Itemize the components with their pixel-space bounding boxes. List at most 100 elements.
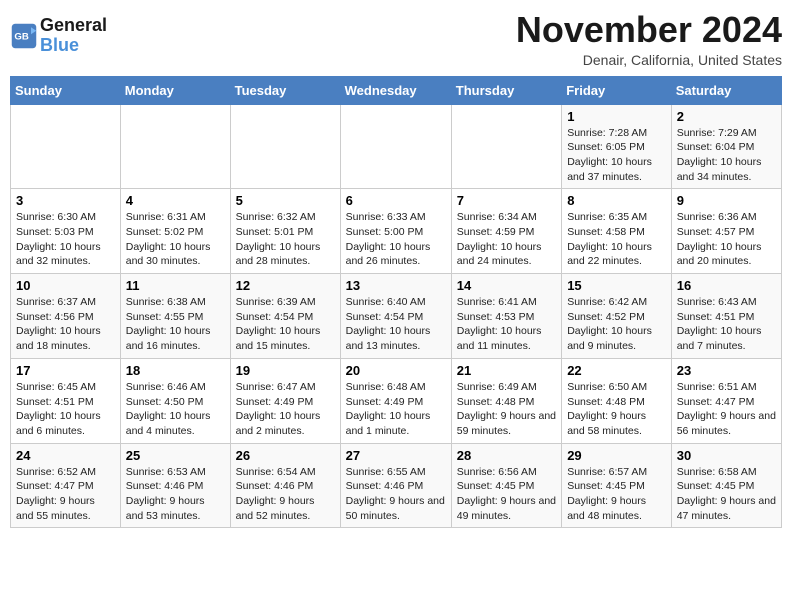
calendar-week-row: 1 Sunrise: 7:28 AM Sunset: 6:05 PM Daylig… xyxy=(11,104,782,189)
calendar-cell xyxy=(451,104,561,189)
logo: GB GeneralBlue xyxy=(10,16,107,56)
calendar-cell: 20Sunrise: 6:48 AM Sunset: 4:49 PM Dayli… xyxy=(340,358,451,443)
calendar-table: SundayMondayTuesdayWednesdayThursdayFrid… xyxy=(10,76,782,529)
calendar-cell: 23Sunrise: 6:51 AM Sunset: 4:47 PM Dayli… xyxy=(671,358,781,443)
day-info: Sunrise: 6:43 AM Sunset: 4:51 PM Dayligh… xyxy=(677,295,776,354)
day-info: Sunrise: 6:42 AM Sunset: 4:52 PM Dayligh… xyxy=(567,295,666,354)
calendar-cell: 29 Sunrise: 6:57 AM Sunset: 4:45 PM Dayli… xyxy=(562,443,672,528)
calendar-cell: 22 Sunrise: 6:50 AM Sunset: 4:48 PM Dayli… xyxy=(562,358,672,443)
day-number: 18 xyxy=(126,363,225,378)
calendar-cell: 15 Sunrise: 6:42 AM Sunset: 4:52 PM Dayli… xyxy=(562,274,672,359)
calendar-cell: 17 Sunrise: 6:45 AM Sunset: 4:51 PM Dayli… xyxy=(11,358,121,443)
day-number: 23 xyxy=(677,363,776,378)
calendar-cell: 25 Sunrise: 6:53 AM Sunset: 4:46 PM Dayli… xyxy=(120,443,230,528)
day-number: 1 xyxy=(567,109,666,124)
day-number: 27 xyxy=(346,448,446,463)
location-subtitle: Denair, California, United States xyxy=(516,52,782,68)
calendar-cell: 2Sunrise: 7:29 AM Sunset: 6:04 PM Daylig… xyxy=(671,104,781,189)
day-number: 17 xyxy=(16,363,115,378)
calendar-week-row: 17 Sunrise: 6:45 AM Sunset: 4:51 PM Dayli… xyxy=(11,358,782,443)
day-number: 7 xyxy=(457,193,556,208)
day-info: Sunrise: 6:39 AM Sunset: 4:54 PM Dayligh… xyxy=(236,295,335,354)
calendar-cell xyxy=(340,104,451,189)
day-number: 9 xyxy=(677,193,776,208)
day-info: Sunrise: 7:28 AM Sunset: 6:05 PM Dayligh… xyxy=(567,126,666,185)
day-number: 4 xyxy=(126,193,225,208)
day-number: 5 xyxy=(236,193,335,208)
calendar-cell: 11Sunrise: 6:38 AM Sunset: 4:55 PM Dayli… xyxy=(120,274,230,359)
day-number: 10 xyxy=(16,278,115,293)
calendar-cell: 16 Sunrise: 6:43 AM Sunset: 4:51 PM Dayli… xyxy=(671,274,781,359)
day-info: Sunrise: 6:50 AM Sunset: 4:48 PM Dayligh… xyxy=(567,380,666,439)
day-info: Sunrise: 6:41 AM Sunset: 4:53 PM Dayligh… xyxy=(457,295,556,354)
calendar-body: 1 Sunrise: 7:28 AM Sunset: 6:05 PM Daylig… xyxy=(11,104,782,528)
day-info: Sunrise: 6:36 AM Sunset: 4:57 PM Dayligh… xyxy=(677,210,776,269)
day-number: 19 xyxy=(236,363,335,378)
day-info: Sunrise: 6:45 AM Sunset: 4:51 PM Dayligh… xyxy=(16,380,115,439)
day-number: 24 xyxy=(16,448,115,463)
day-number: 3 xyxy=(16,193,115,208)
weekday-header: Thursday xyxy=(451,76,561,104)
day-number: 8 xyxy=(567,193,666,208)
weekday-header: Tuesday xyxy=(230,76,340,104)
logo-icon: GB xyxy=(10,22,38,50)
day-info: Sunrise: 6:56 AM Sunset: 4:45 PM Dayligh… xyxy=(457,465,556,524)
calendar-cell: 27 Sunrise: 6:55 AM Sunset: 4:46 PM Dayli… xyxy=(340,443,451,528)
calendar-cell: 13Sunrise: 6:40 AM Sunset: 4:54 PM Dayli… xyxy=(340,274,451,359)
calendar-cell: 3 Sunrise: 6:30 AM Sunset: 5:03 PM Daylig… xyxy=(11,189,121,274)
calendar-cell xyxy=(11,104,121,189)
calendar-cell: 24Sunrise: 6:52 AM Sunset: 4:47 PM Dayli… xyxy=(11,443,121,528)
calendar-cell: 7 Sunrise: 6:34 AM Sunset: 4:59 PM Daylig… xyxy=(451,189,561,274)
weekday-header: Wednesday xyxy=(340,76,451,104)
day-info: Sunrise: 6:38 AM Sunset: 4:55 PM Dayligh… xyxy=(126,295,225,354)
day-info: Sunrise: 6:37 AM Sunset: 4:56 PM Dayligh… xyxy=(16,295,115,354)
day-info: Sunrise: 7:29 AM Sunset: 6:04 PM Dayligh… xyxy=(677,126,776,185)
day-number: 14 xyxy=(457,278,556,293)
month-title: November 2024 xyxy=(516,10,782,50)
calendar-cell: 9 Sunrise: 6:36 AM Sunset: 4:57 PM Daylig… xyxy=(671,189,781,274)
weekday-header: Saturday xyxy=(671,76,781,104)
day-number: 30 xyxy=(677,448,776,463)
calendar-cell: 4Sunrise: 6:31 AM Sunset: 5:02 PM Daylig… xyxy=(120,189,230,274)
calendar-week-row: 3 Sunrise: 6:30 AM Sunset: 5:03 PM Daylig… xyxy=(11,189,782,274)
day-info: Sunrise: 6:47 AM Sunset: 4:49 PM Dayligh… xyxy=(236,380,335,439)
day-info: Sunrise: 6:58 AM Sunset: 4:45 PM Dayligh… xyxy=(677,465,776,524)
day-info: Sunrise: 6:35 AM Sunset: 4:58 PM Dayligh… xyxy=(567,210,666,269)
logo-text: GeneralBlue xyxy=(40,16,107,56)
calendar-cell xyxy=(120,104,230,189)
day-info: Sunrise: 6:57 AM Sunset: 4:45 PM Dayligh… xyxy=(567,465,666,524)
calendar-cell: 30 Sunrise: 6:58 AM Sunset: 4:45 PM Dayli… xyxy=(671,443,781,528)
day-number: 22 xyxy=(567,363,666,378)
day-info: Sunrise: 6:48 AM Sunset: 4:49 PM Dayligh… xyxy=(346,380,446,439)
calendar-cell: 26 Sunrise: 6:54 AM Sunset: 4:46 PM Dayli… xyxy=(230,443,340,528)
day-number: 15 xyxy=(567,278,666,293)
calendar-header-row: SundayMondayTuesdayWednesdayThursdayFrid… xyxy=(11,76,782,104)
day-number: 25 xyxy=(126,448,225,463)
calendar-cell: 21Sunrise: 6:49 AM Sunset: 4:48 PM Dayli… xyxy=(451,358,561,443)
day-number: 26 xyxy=(236,448,335,463)
day-info: Sunrise: 6:49 AM Sunset: 4:48 PM Dayligh… xyxy=(457,380,556,439)
weekday-header: Friday xyxy=(562,76,672,104)
calendar-cell: 14 Sunrise: 6:41 AM Sunset: 4:53 PM Dayli… xyxy=(451,274,561,359)
day-number: 6 xyxy=(346,193,446,208)
weekday-header: Monday xyxy=(120,76,230,104)
day-info: Sunrise: 6:30 AM Sunset: 5:03 PM Dayligh… xyxy=(16,210,115,269)
day-info: Sunrise: 6:46 AM Sunset: 4:50 PM Dayligh… xyxy=(126,380,225,439)
day-number: 28 xyxy=(457,448,556,463)
day-info: Sunrise: 6:53 AM Sunset: 4:46 PM Dayligh… xyxy=(126,465,225,524)
title-area: November 2024 Denair, California, United… xyxy=(516,10,782,68)
day-info: Sunrise: 6:54 AM Sunset: 4:46 PM Dayligh… xyxy=(236,465,335,524)
day-number: 29 xyxy=(567,448,666,463)
calendar-cell: 6Sunrise: 6:33 AM Sunset: 5:00 PM Daylig… xyxy=(340,189,451,274)
calendar-week-row: 24Sunrise: 6:52 AM Sunset: 4:47 PM Dayli… xyxy=(11,443,782,528)
day-info: Sunrise: 6:34 AM Sunset: 4:59 PM Dayligh… xyxy=(457,210,556,269)
day-number: 16 xyxy=(677,278,776,293)
svg-text:GB: GB xyxy=(14,31,28,42)
day-info: Sunrise: 6:55 AM Sunset: 4:46 PM Dayligh… xyxy=(346,465,446,524)
calendar-cell: 28 Sunrise: 6:56 AM Sunset: 4:45 PM Dayli… xyxy=(451,443,561,528)
calendar-week-row: 10 Sunrise: 6:37 AM Sunset: 4:56 PM Dayli… xyxy=(11,274,782,359)
calendar-cell: 8 Sunrise: 6:35 AM Sunset: 4:58 PM Daylig… xyxy=(562,189,672,274)
calendar-cell: 19 Sunrise: 6:47 AM Sunset: 4:49 PM Dayli… xyxy=(230,358,340,443)
day-number: 12 xyxy=(236,278,335,293)
weekday-header: Sunday xyxy=(11,76,121,104)
